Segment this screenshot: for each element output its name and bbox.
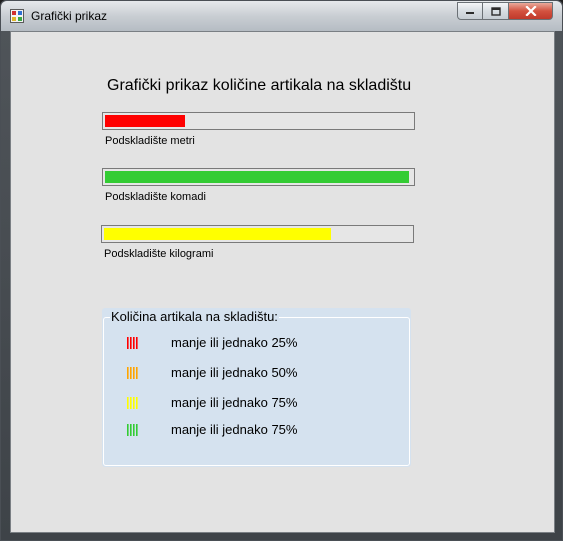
orange-bars-icon [127, 367, 138, 379]
minimize-icon [466, 12, 474, 14]
close-icon [524, 6, 537, 16]
legend-item-label: manje ili jednako 50% [171, 365, 298, 380]
progress-fill-kilogrami [104, 228, 331, 240]
legend-item-label: manje ili jednako 75% [171, 395, 298, 410]
window-controls [457, 2, 553, 21]
app-icon [10, 9, 24, 23]
yellow-bars-icon [127, 397, 138, 409]
green-bars-icon [127, 424, 138, 436]
progress-fill-metri [105, 115, 185, 127]
maximize-button[interactable] [483, 2, 509, 20]
progress-label-metri: Podskladište metri [105, 135, 195, 147]
progress-label-komadi: Podskladište komadi [105, 191, 206, 203]
close-button[interactable] [509, 2, 553, 20]
window-title: Grafički prikaz [31, 9, 108, 23]
progress-bar-kilogrami [101, 225, 414, 243]
page-title: Grafički prikaz količine artikala na skl… [107, 77, 412, 94]
title-bar[interactable]: Grafički prikaz [1, 1, 562, 31]
legend-title: Količina artikala na skladištu: [110, 309, 279, 324]
legend-item-label: manje ili jednako 75% [171, 422, 298, 437]
red-bars-icon [127, 337, 138, 349]
progress-fill-komadi [105, 171, 409, 183]
progress-bar-komadi [102, 168, 415, 186]
minimize-button[interactable] [457, 2, 483, 20]
maximize-icon [490, 6, 501, 16]
application-window: Grafički prikaz Grafički prikaz količine… [0, 0, 563, 541]
progress-label-kilogrami: Podskladište kilogrami [104, 248, 214, 260]
progress-bar-metri [102, 112, 415, 130]
legend-item-label: manje ili jednako 25% [171, 335, 298, 350]
client-area: Grafički prikaz količine artikala na skl… [10, 31, 555, 533]
legend-group: Količina artikala na skladištu: manje il… [102, 308, 411, 467]
